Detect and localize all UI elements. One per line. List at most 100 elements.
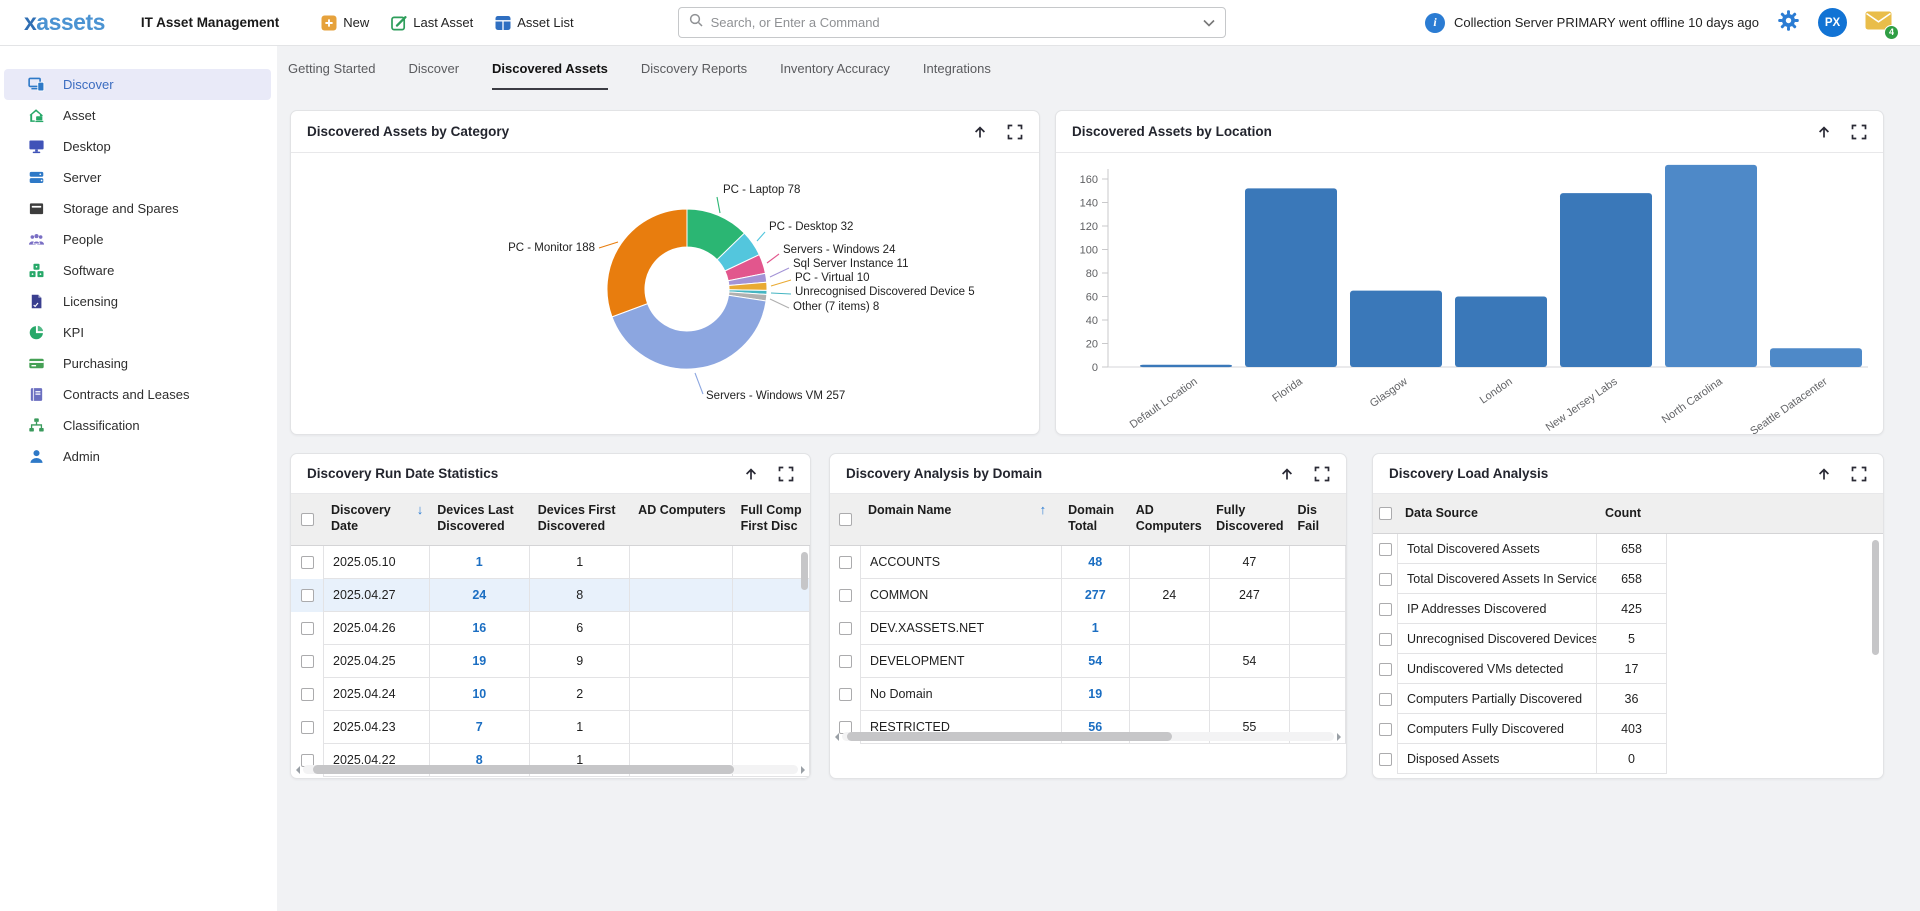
table-row[interactable]: 2025.04.25199 bbox=[291, 645, 810, 678]
cell-link[interactable]: 1 bbox=[476, 555, 483, 569]
messages-button[interactable]: 4 bbox=[1865, 11, 1892, 35]
select-all-checkbox[interactable] bbox=[301, 513, 314, 526]
row-checkbox[interactable] bbox=[301, 622, 314, 635]
tab-inventory-accuracy[interactable]: Inventory Accuracy bbox=[780, 46, 890, 90]
column-header-discovery-date[interactable]: Discovery Date↓ bbox=[323, 494, 429, 545]
bar-florida[interactable] bbox=[1245, 188, 1337, 367]
row-checkbox[interactable] bbox=[301, 655, 314, 668]
expand-icon[interactable] bbox=[1851, 466, 1867, 482]
tab-discovered-assets[interactable]: Discovered Assets bbox=[492, 46, 608, 90]
export-up-icon[interactable] bbox=[743, 466, 759, 482]
tab-getting-started[interactable]: Getting Started bbox=[288, 46, 375, 90]
row-checkbox[interactable] bbox=[301, 688, 314, 701]
cell-link[interactable]: 19 bbox=[1088, 687, 1102, 701]
row-checkbox[interactable] bbox=[1379, 603, 1392, 616]
row-checkbox[interactable] bbox=[1379, 753, 1392, 766]
brand-logo[interactable]: xassets bbox=[24, 9, 105, 36]
sidebar-item-admin[interactable]: Admin bbox=[4, 441, 271, 472]
column-header-devices-first-discovered[interactable]: Devices First Discovered bbox=[530, 494, 630, 545]
row-checkbox[interactable] bbox=[1379, 663, 1392, 676]
gear-icon[interactable] bbox=[1777, 9, 1800, 37]
row-checkbox[interactable] bbox=[1379, 633, 1392, 646]
vertical-scrollbar[interactable] bbox=[1872, 540, 1879, 655]
cell-link[interactable]: 24 bbox=[472, 588, 486, 602]
column-header-ad-computers[interactable]: AD Computers bbox=[1128, 494, 1208, 545]
table-row[interactable]: ACCOUNTS4847 bbox=[830, 546, 1346, 579]
row-checkbox[interactable] bbox=[301, 721, 314, 734]
asset-list-button[interactable]: Asset List bbox=[491, 11, 577, 35]
export-up-icon[interactable] bbox=[1816, 124, 1832, 140]
horizontal-scrollbar[interactable] bbox=[835, 732, 1341, 741]
table-row[interactable]: Computers Partially Discovered36 bbox=[1373, 684, 1883, 714]
row-checkbox[interactable] bbox=[1379, 693, 1392, 706]
bar-glasgow[interactable] bbox=[1350, 291, 1442, 367]
table-row[interactable]: IP Addresses Discovered425 bbox=[1373, 594, 1883, 624]
expand-icon[interactable] bbox=[1314, 466, 1330, 482]
column-header-fully-discovered[interactable]: Fully Discovered bbox=[1208, 494, 1289, 545]
cell-link[interactable]: 19 bbox=[472, 654, 486, 668]
column-header-domain-total[interactable]: Domain Total bbox=[1060, 494, 1128, 545]
table-row[interactable]: 2025.04.26166 bbox=[291, 612, 810, 645]
table-row[interactable]: Disposed Assets0 bbox=[1373, 744, 1883, 774]
search-input[interactable] bbox=[711, 15, 1203, 30]
column-header-devices-last-discovered[interactable]: Devices Last Discovered bbox=[429, 494, 529, 545]
row-checkbox[interactable] bbox=[301, 556, 314, 569]
expand-icon[interactable] bbox=[778, 466, 794, 482]
cell-link[interactable]: 7 bbox=[476, 720, 483, 734]
horizontal-scrollbar[interactable] bbox=[296, 765, 805, 774]
expand-icon[interactable] bbox=[1851, 124, 1867, 140]
table-row[interactable]: 2025.05.1011 bbox=[291, 546, 810, 579]
bar-london[interactable] bbox=[1455, 297, 1547, 368]
table-row[interactable]: Undiscovered VMs detected17 bbox=[1373, 654, 1883, 684]
category-donut-chart[interactable]: PC - Laptop 78PC - Desktop 32Servers - W… bbox=[291, 153, 1039, 435]
row-checkbox[interactable] bbox=[1379, 543, 1392, 556]
donut-slice-pc-monitor[interactable] bbox=[607, 209, 687, 317]
table-row[interactable]: DEVELOPMENT5454 bbox=[830, 645, 1346, 678]
row-checkbox[interactable] bbox=[839, 589, 852, 602]
table-row[interactable]: COMMON27724247 bbox=[830, 579, 1346, 612]
table-row[interactable]: Computers Fully Discovered403 bbox=[1373, 714, 1883, 744]
cell-link[interactable]: 1 bbox=[1092, 621, 1099, 635]
column-header-domain-name[interactable]: Domain Name↑ bbox=[860, 494, 1060, 545]
table-row[interactable]: Unrecognised Discovered Devices5 bbox=[1373, 624, 1883, 654]
location-bar-chart[interactable]: 020406080100120140160Default LocationFlo… bbox=[1056, 153, 1883, 435]
sidebar-item-licensing[interactable]: Licensing bbox=[4, 286, 271, 317]
sort-asc-icon[interactable]: ↑ bbox=[1040, 502, 1047, 519]
row-checkbox[interactable] bbox=[301, 589, 314, 602]
sidebar-item-asset[interactable]: Asset bbox=[4, 100, 271, 131]
tab-integrations[interactable]: Integrations bbox=[923, 46, 991, 90]
vertical-scrollbar[interactable] bbox=[801, 552, 808, 590]
bar-default-location[interactable] bbox=[1140, 365, 1232, 367]
column-header-dis[interactable]: Dis Fail bbox=[1290, 494, 1346, 545]
row-checkbox[interactable] bbox=[839, 688, 852, 701]
avatar[interactable]: PX bbox=[1818, 8, 1847, 37]
tab-discovery-reports[interactable]: Discovery Reports bbox=[641, 46, 747, 90]
cell-link[interactable]: 277 bbox=[1085, 588, 1106, 602]
sort-desc-icon[interactable]: ↓ bbox=[417, 502, 424, 519]
sidebar-item-software[interactable]: Software bbox=[4, 255, 271, 286]
table-row[interactable]: 2025.04.2371 bbox=[291, 711, 810, 744]
expand-icon[interactable] bbox=[1007, 124, 1023, 140]
column-header-data-source[interactable]: Data Source bbox=[1397, 494, 1597, 533]
row-checkbox[interactable] bbox=[839, 622, 852, 635]
column-header-count[interactable]: Count bbox=[1597, 494, 1667, 533]
cell-link[interactable]: 10 bbox=[472, 687, 486, 701]
sidebar-item-kpi[interactable]: KPI bbox=[4, 317, 271, 348]
cell-link[interactable]: 16 bbox=[472, 621, 486, 635]
sidebar-item-people[interactable]: People bbox=[4, 224, 271, 255]
sidebar-item-storage-and-spares[interactable]: Storage and Spares bbox=[4, 193, 271, 224]
sidebar-item-desktop[interactable]: Desktop bbox=[4, 131, 271, 162]
table-row[interactable]: No Domain19 bbox=[830, 678, 1346, 711]
cell-link[interactable]: 48 bbox=[1088, 555, 1102, 569]
sidebar-item-discover[interactable]: Discover bbox=[4, 69, 271, 100]
row-checkbox[interactable] bbox=[1379, 723, 1392, 736]
export-up-icon[interactable] bbox=[1279, 466, 1295, 482]
sidebar-item-classification[interactable]: Classification bbox=[4, 410, 271, 441]
table-row[interactable]: 2025.04.27248 bbox=[291, 579, 810, 612]
server-notification[interactable]: i Collection Server PRIMARY went offline… bbox=[1425, 13, 1759, 33]
last-asset-button[interactable]: Last Asset bbox=[387, 11, 477, 35]
table-row[interactable]: Total Discovered Assets658 bbox=[1373, 534, 1883, 564]
table-row[interactable]: 2025.04.24102 bbox=[291, 678, 810, 711]
export-up-icon[interactable] bbox=[972, 124, 988, 140]
bar-new-jersey-labs[interactable] bbox=[1560, 193, 1652, 367]
